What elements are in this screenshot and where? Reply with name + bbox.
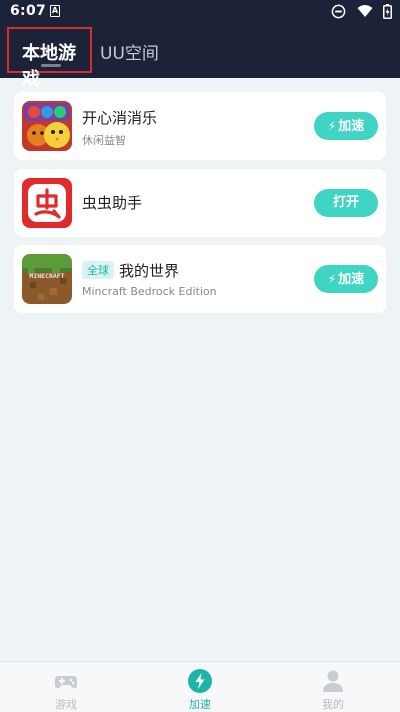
- happy-match-icon: [22, 101, 72, 151]
- battery-charging-icon: [383, 4, 392, 19]
- wifi-icon: [357, 5, 373, 17]
- game-title: 全球 我的世界: [82, 260, 179, 281]
- person-icon: [323, 670, 343, 692]
- tab-local-games[interactable]: 本地游戏: [7, 27, 92, 90]
- nav-label: 加速: [189, 698, 211, 711]
- bolt-icon: ⚡: [327, 272, 337, 286]
- region-badge: 全球: [82, 261, 114, 279]
- status-time: 6:07: [10, 3, 47, 19]
- minecraft-logo-text: MINECRAFT: [29, 272, 64, 280]
- tab-uu-space[interactable]: UU空间: [100, 39, 159, 64]
- game-subtitle: Mincraft Bedrock Edition: [82, 285, 217, 298]
- game-card-chongchong[interactable]: 虫虫助手 打开: [14, 169, 386, 237]
- gamepad-icon: [55, 676, 77, 689]
- open-button[interactable]: 打开: [314, 189, 378, 217]
- accelerate-button[interactable]: ⚡ 加速: [314, 112, 378, 140]
- game-card-happy-match[interactable]: 开心消消乐 休闲益智 ⚡ 加速: [14, 92, 386, 160]
- notification-a-icon: A: [50, 5, 60, 17]
- do-not-disturb-icon: [331, 4, 346, 19]
- game-subtitle: 休闲益智: [82, 134, 126, 147]
- status-bar: 6:07 A: [0, 0, 400, 24]
- nav-label: 游戏: [55, 698, 77, 711]
- bolt-icon: [188, 669, 212, 693]
- nav-item-accelerate[interactable]: 加速: [160, 662, 240, 712]
- minecraft-icon: MINECRAFT: [22, 254, 72, 304]
- header: 6:07 A 本地游戏 UU空间: [0, 0, 400, 90]
- active-tab-indicator: [41, 64, 61, 67]
- game-title: 开心消消乐: [82, 109, 158, 127]
- bottom-nav: 游戏 加速 我的: [0, 661, 400, 712]
- bolt-icon: ⚡: [327, 119, 337, 133]
- chongchong-icon: [22, 178, 72, 228]
- accelerate-button-label: 加速: [338, 119, 365, 134]
- game-card-minecraft[interactable]: MINECRAFT 全球 我的世界 Mincraft Bedrock Editio…: [14, 245, 386, 313]
- game-title: 虫虫助手: [82, 194, 143, 212]
- nav-label: 我的: [322, 698, 344, 711]
- game-title-text: 我的世界: [119, 262, 180, 280]
- nav-item-games[interactable]: 游戏: [26, 662, 106, 712]
- system-icons: [325, 4, 392, 20]
- accelerate-button[interactable]: ⚡ 加速: [314, 265, 378, 293]
- accelerate-button-label: 加速: [338, 272, 365, 287]
- nav-item-me[interactable]: 我的: [293, 662, 373, 712]
